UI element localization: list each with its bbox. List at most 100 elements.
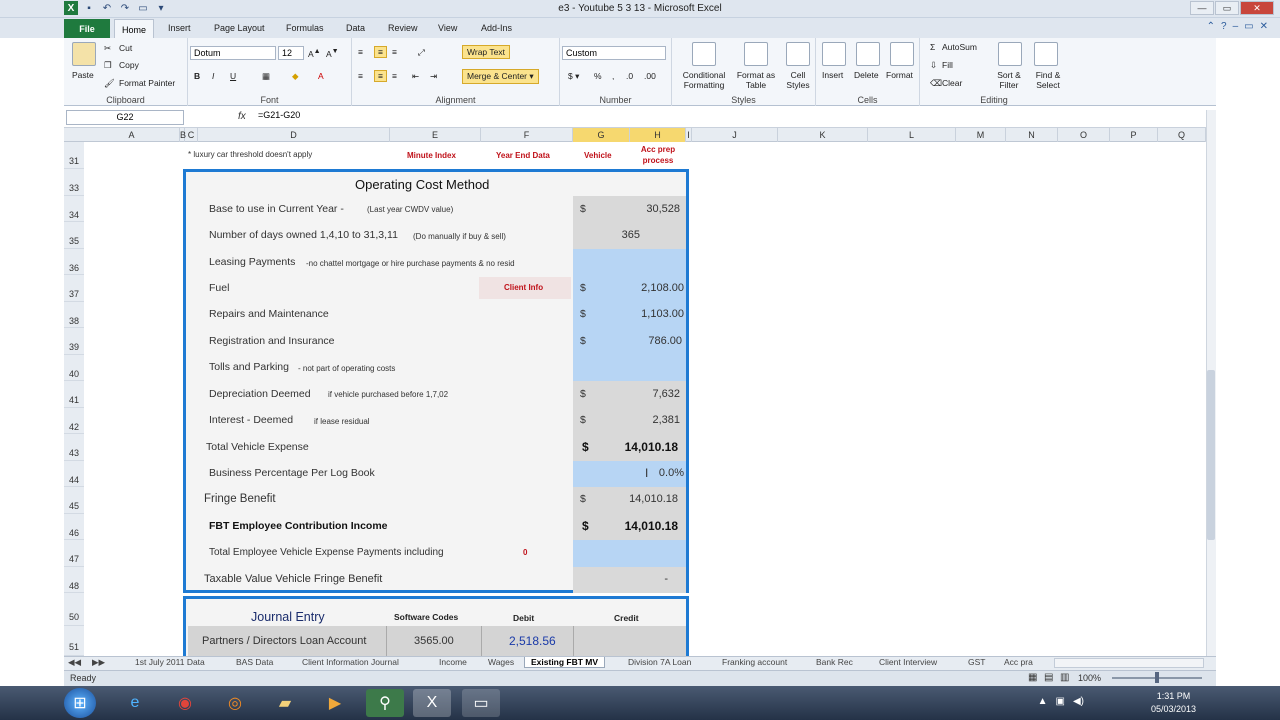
fill-icon[interactable]: ⇩ <box>930 60 937 71</box>
zoom-slider-thumb[interactable] <box>1155 672 1159 683</box>
row-header[interactable]: 35 <box>64 222 84 249</box>
item-value[interactable]: 0.0% <box>600 467 684 479</box>
item-value[interactable]: 2,381 <box>600 414 680 426</box>
delete-cells-icon[interactable] <box>856 42 880 66</box>
sheet-tab-active[interactable]: Existing FBT MV <box>524 657 606 668</box>
tray-expand-icon[interactable]: ▲ <box>1038 696 1048 707</box>
horizontal-scrollbar[interactable] <box>1054 658 1204 668</box>
row-header[interactable]: 51 <box>64 626 84 656</box>
item-value[interactable]: 786.00 <box>600 335 682 347</box>
minimize-icon[interactable]: — <box>1190 1 1214 15</box>
align-top-icon[interactable]: ≡ <box>358 47 363 57</box>
view-page-break-icon[interactable]: ▥ <box>1060 672 1069 683</box>
row-header[interactable]: 37 <box>64 275 84 302</box>
network-icon[interactable]: ▣ <box>1056 696 1065 707</box>
font-name-select[interactable]: Dotum <box>190 46 276 60</box>
grow-font-icon[interactable]: A▲ <box>308 47 321 59</box>
merge-center-button[interactable]: Merge & Center ▾ <box>462 69 539 84</box>
tab-file[interactable]: File <box>64 19 110 38</box>
sheet-tab[interactable]: Wages <box>488 657 514 667</box>
row-header[interactable]: 42 <box>64 408 84 434</box>
ribbon-minimize-icon[interactable]: ⌃ <box>1207 21 1215 32</box>
conditional-formatting-button[interactable]: Conditional Formatting <box>678 70 730 90</box>
item-value[interactable]: 2,108.00 <box>600 282 684 294</box>
italic-icon[interactable]: I <box>212 71 214 81</box>
tab-data[interactable]: Data <box>346 23 365 33</box>
conditional-formatting-icon[interactable] <box>692 42 716 66</box>
sheet-nav-first-icon[interactable]: ◀◀ <box>68 657 81 668</box>
row-header[interactable]: 43 <box>64 434 84 461</box>
row-header[interactable]: 36 <box>64 249 84 275</box>
volume-icon[interactable]: ◀) <box>1073 696 1084 707</box>
sheet-tab[interactable]: Client Information Journal <box>302 657 399 667</box>
col-header-h[interactable]: H <box>630 128 686 142</box>
close-icon[interactable]: ✕ <box>1240 1 1274 15</box>
col-header-f[interactable]: F <box>481 128 573 142</box>
font-color-icon[interactable]: A <box>318 71 324 81</box>
align-center-icon[interactable]: ≡ <box>374 70 387 82</box>
cell-leasing[interactable] <box>573 249 686 275</box>
workbook-restore-icon[interactable]: ▭ <box>1244 21 1253 32</box>
internet-explorer-icon[interactable]: e <box>116 689 154 717</box>
align-bottom-icon[interactable]: ≡ <box>392 47 397 57</box>
align-right-icon[interactable]: ≡ <box>392 71 397 81</box>
increase-indent-icon[interactable]: ⇥ <box>430 71 437 82</box>
decrease-decimal-icon[interactable]: .00 <box>644 71 656 81</box>
col-header-c[interactable]: C <box>185 128 198 142</box>
cell-employee-payments[interactable] <box>573 540 686 567</box>
sheet-nav-next-icon[interactable]: ▶▶ <box>92 657 105 668</box>
col-header-m[interactable]: M <box>956 128 1006 142</box>
shrink-font-icon[interactable]: A▼ <box>326 47 339 59</box>
fill-button[interactable]: Fill <box>942 60 953 70</box>
col-header-d[interactable]: D <box>198 128 390 142</box>
col-header-k[interactable]: K <box>778 128 868 142</box>
copy-icon[interactable]: ❐ <box>104 60 112 71</box>
item-value[interactable]: 1,103.00 <box>600 308 684 320</box>
align-middle-icon[interactable]: ≡ <box>374 46 387 58</box>
decrease-indent-icon[interactable]: ⇤ <box>412 71 419 82</box>
maximize-icon[interactable]: ▭ <box>1215 1 1239 15</box>
row-header[interactable]: 41 <box>64 381 84 408</box>
bold-icon[interactable]: B <box>194 71 200 81</box>
col-header-j[interactable]: J <box>692 128 778 142</box>
tab-page-layout[interactable]: Page Layout <box>214 23 265 33</box>
journal-code[interactable]: 3565.00 <box>414 635 454 647</box>
find-select-button[interactable]: Find & Select <box>1030 70 1066 90</box>
autosum-icon[interactable]: Σ <box>930 42 935 52</box>
fx-icon[interactable]: fx <box>238 111 246 122</box>
copy-button[interactable]: Copy <box>119 60 139 70</box>
percent-icon[interactable]: % <box>594 71 602 81</box>
format-painter-icon[interactable]: 🖌 <box>104 78 115 89</box>
firefox-icon[interactable]: ◎ <box>216 689 254 717</box>
sheet-tab[interactable]: Bank Rec <box>816 657 853 667</box>
align-left-icon[interactable]: ≡ <box>358 71 363 81</box>
currency-icon[interactable]: $ ▾ <box>568 71 579 82</box>
wrap-text-button[interactable]: Wrap Text <box>462 45 510 59</box>
find-select-icon[interactable] <box>1034 42 1058 66</box>
sheet-tab[interactable]: GST <box>968 657 985 667</box>
row-header[interactable]: 33 <box>64 169 84 196</box>
vertical-scroll-thumb[interactable] <box>1207 370 1215 540</box>
col-header-n[interactable]: N <box>1006 128 1058 142</box>
media-player-icon[interactable]: ▶ <box>316 689 354 717</box>
col-header-q[interactable]: Q <box>1158 128 1206 142</box>
format-button[interactable]: Format <box>886 70 913 80</box>
item-value[interactable]: 14,010.18 <box>596 519 678 533</box>
formula-input[interactable]: =G21-G20 <box>258 110 300 120</box>
comma-icon[interactable]: , <box>612 71 614 81</box>
delete-button[interactable]: Delete <box>854 70 879 80</box>
start-button-icon[interactable]: ⊞ <box>64 688 96 718</box>
insert-button[interactable]: Insert <box>822 70 843 80</box>
name-box[interactable]: G22 <box>66 110 184 125</box>
sheet-tab[interactable]: Division 7A Loan <box>628 657 691 667</box>
insert-cells-icon[interactable] <box>822 42 846 66</box>
item-value[interactable]: 14,010.18 <box>596 440 678 454</box>
file-explorer-icon[interactable]: ▰ <box>266 689 304 717</box>
borders-icon[interactable]: ▦ <box>262 71 270 82</box>
journal-debit[interactable]: 2,518.56 <box>509 634 556 648</box>
sheet-tab[interactable]: Client Interview <box>879 657 937 667</box>
row-header[interactable]: 44 <box>64 461 84 487</box>
underline-icon[interactable]: U <box>230 71 236 81</box>
fill-color-icon[interactable]: ◆ <box>292 71 299 82</box>
number-format-select[interactable]: Custom <box>562 46 666 60</box>
